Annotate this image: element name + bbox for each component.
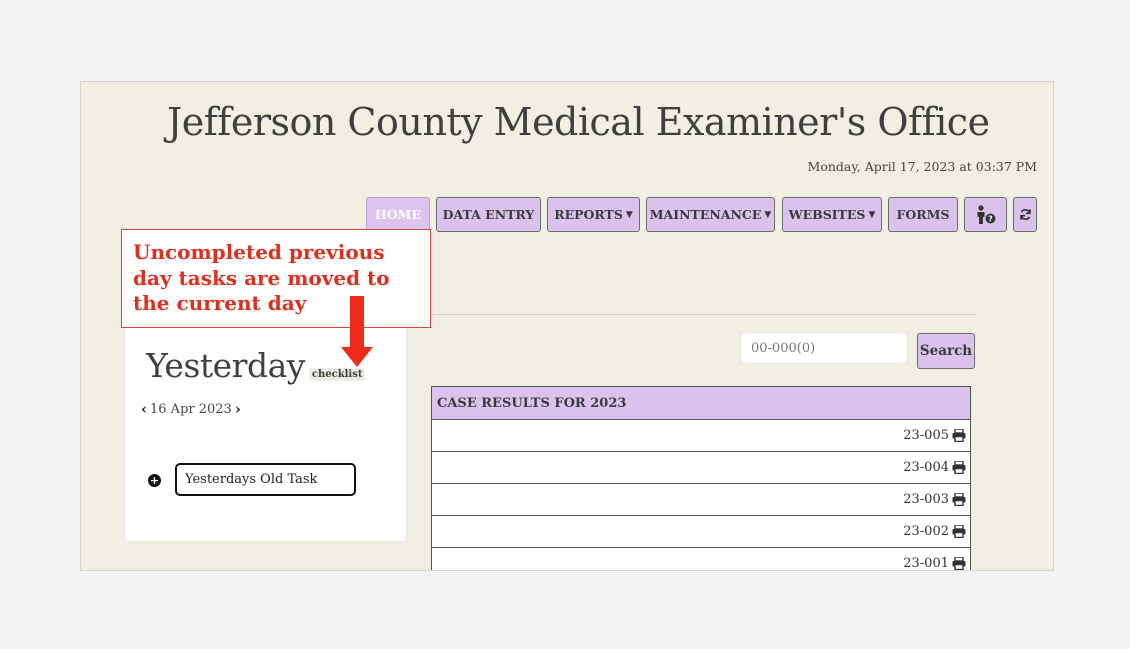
nav-reports-button[interactable]: REPORTS ▼ — [547, 197, 640, 232]
printer-icon[interactable] — [952, 461, 966, 474]
search-button[interactable]: Search — [917, 333, 975, 369]
nav-home-label: HOME — [374, 207, 422, 222]
caret-down-icon: ▼ — [625, 209, 633, 220]
chevron-left-icon[interactable]: ‹ — [138, 400, 150, 418]
checklist-date-nav: ‹ 16 Apr 2023 › — [138, 400, 244, 418]
case-link[interactable]: 23-004 — [903, 460, 949, 475]
caret-down-icon: ▼ — [868, 209, 876, 220]
printer-icon[interactable] — [952, 429, 966, 442]
task-input[interactable] — [175, 463, 356, 496]
annotation-callout: Uncompleted previous day tasks are moved… — [121, 229, 431, 328]
chevron-right-icon[interactable]: › — [232, 400, 244, 418]
case-search-input[interactable] — [740, 332, 908, 364]
table-row: 23-002 — [432, 516, 970, 548]
refresh-button[interactable] — [1013, 197, 1037, 232]
printer-icon[interactable] — [952, 557, 966, 570]
arrow-down-icon — [341, 296, 373, 367]
checklist-subtitle: checklist — [308, 368, 366, 381]
checklist-date: 16 Apr 2023 — [150, 401, 232, 417]
refresh-icon — [1019, 209, 1031, 220]
checklist-title: Yesterday checklist — [146, 346, 366, 385]
nav-data-entry-button[interactable]: DATA ENTRY — [436, 197, 541, 232]
printer-icon[interactable] — [952, 493, 966, 506]
case-results-table: CASE RESULTS FOR 2023 23-005 23-004 23-0… — [431, 386, 971, 570]
nav-reports-label: REPORTS — [554, 207, 623, 222]
site-title: Jefferson County Medical Examiner's Offi… — [167, 100, 990, 144]
table-row: 23-003 — [432, 484, 970, 516]
checklist-heading: Yesterday — [146, 346, 305, 385]
nav-forms-button[interactable]: FORMS — [888, 197, 958, 232]
caret-down-icon: ▼ — [764, 209, 772, 220]
nav-websites-button[interactable]: WEBSITES ▼ — [782, 197, 882, 232]
table-row: 23-001 — [432, 548, 970, 570]
case-link[interactable]: 23-003 — [903, 492, 949, 507]
nav-data-entry-label: DATA ENTRY — [442, 207, 535, 222]
printer-icon[interactable] — [952, 525, 966, 538]
current-datetime: Monday, April 17, 2023 at 03:37 PM — [807, 159, 1037, 174]
nav-home-button[interactable]: HOME — [366, 197, 430, 232]
table-row: 23-004 — [432, 452, 970, 484]
person-help-icon: ? — [977, 204, 995, 224]
nav-maintenance-label: MAINTENANCE — [649, 207, 762, 222]
case-results-header: CASE RESULTS FOR 2023 — [432, 387, 970, 420]
nav-forms-label: FORMS — [896, 207, 950, 222]
case-link[interactable]: 23-001 — [903, 556, 949, 570]
svg-text:?: ? — [988, 214, 993, 223]
nav-websites-label: WEBSITES — [788, 207, 866, 222]
plus-circle-icon[interactable]: + — [148, 474, 161, 487]
help-button[interactable]: ? — [964, 197, 1007, 232]
case-link[interactable]: 23-005 — [903, 428, 949, 443]
case-link[interactable]: 23-002 — [903, 524, 949, 539]
section-divider — [431, 314, 977, 315]
table-row: 23-005 — [432, 420, 970, 452]
nav-maintenance-button[interactable]: MAINTENANCE ▼ — [646, 197, 775, 232]
